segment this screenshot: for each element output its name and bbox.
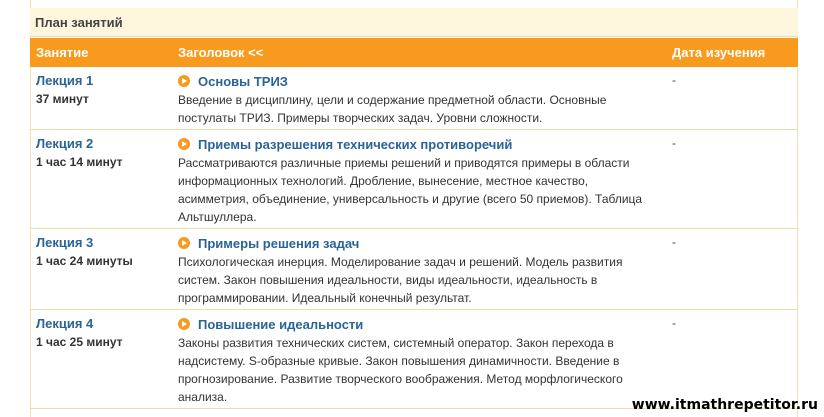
lecture-description: Законы развития технических систем, сист…: [178, 336, 623, 404]
study-date: -: [672, 73, 676, 87]
table-row: Лекция 1 37 минут Основы ТРИЗ Введение в…: [30, 67, 798, 130]
lecture-description: Психологическая инерция. Моделирование з…: [178, 255, 623, 305]
lecture-duration: 1 час 14 минут: [36, 155, 123, 169]
lecture-link[interactable]: Лекция 2: [36, 136, 93, 151]
lecture-duration: 37 минут: [36, 92, 89, 106]
table-header: Занятие Заголовок << Дата изучения: [30, 38, 798, 67]
play-icon[interactable]: [178, 75, 190, 87]
panel-title: План занятий: [30, 8, 798, 37]
lecture-description: Введение в дисциплину, цели и содержание…: [178, 93, 607, 125]
study-date: -: [672, 136, 676, 150]
play-icon[interactable]: [178, 237, 190, 249]
play-icon[interactable]: [178, 138, 190, 150]
col-title-sort-header[interactable]: Заголовок <<: [178, 45, 263, 60]
table-row: Лекция 4 1 час 25 минут Повышение идеаль…: [30, 310, 798, 409]
lecture-link[interactable]: Лекция 1: [36, 73, 93, 88]
site-watermark: www.itmathrepetitor.ru: [631, 397, 818, 413]
study-date: -: [672, 235, 676, 249]
table-row: Лекция 2 1 час 14 минут Приемы разрешени…: [30, 130, 798, 229]
study-date: -: [672, 316, 676, 330]
lecture-link[interactable]: Лекция 4: [36, 316, 93, 331]
lecture-description: Рассматриваются различные приемы решений…: [178, 156, 643, 224]
lecture-title-link[interactable]: Приемы разрешения технических противореч…: [198, 137, 512, 152]
lecture-title-link[interactable]: Основы ТРИЗ: [198, 74, 288, 89]
lecture-title-link[interactable]: Примеры решения задач: [198, 236, 359, 251]
lecture-link[interactable]: Лекция 3: [36, 235, 93, 250]
lecture-duration: 1 час 25 минут: [36, 335, 123, 349]
lecture-title-link[interactable]: Повышение идеальности: [198, 317, 363, 332]
col-date-header: Дата изучения: [672, 45, 766, 60]
lecture-duration: 1 час 24 минуты: [36, 254, 133, 268]
table-row: Лекция 3 1 час 24 минуты Примеры решения…: [30, 229, 798, 310]
play-icon[interactable]: [178, 318, 190, 330]
col-lesson-header: Занятие: [36, 45, 89, 60]
